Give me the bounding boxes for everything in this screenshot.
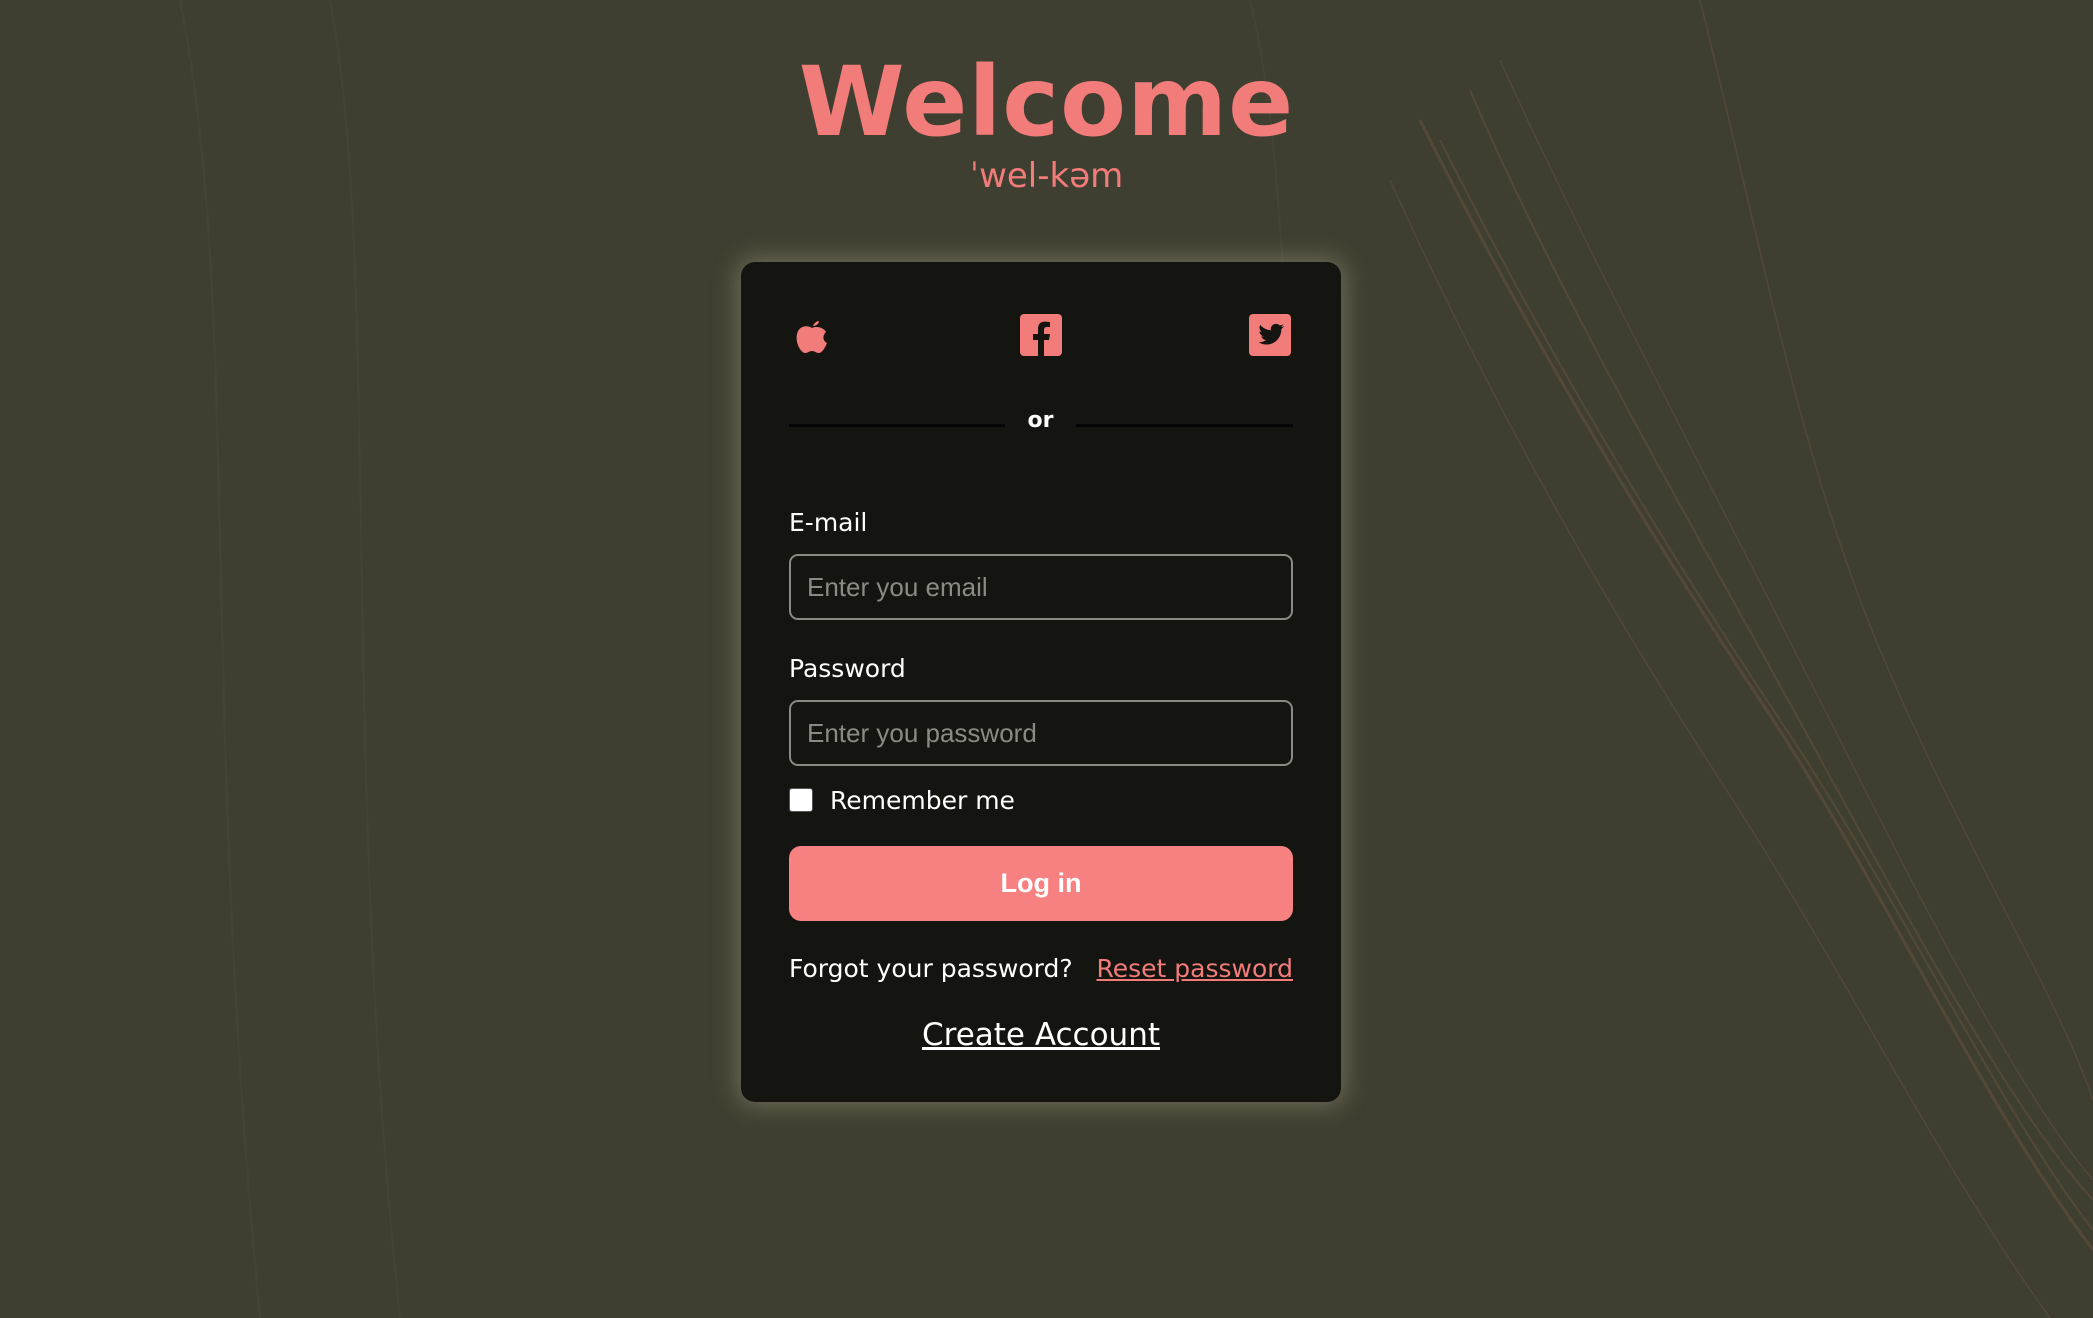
- twitter-login-button[interactable]: [1247, 312, 1293, 358]
- password-label: Password: [789, 654, 906, 683]
- divider-or-text: or: [1027, 408, 1054, 433]
- divider-line-left: [789, 424, 1005, 427]
- login-card: or E-mail Password Remember me Log in Fo…: [741, 262, 1341, 1102]
- create-account-link[interactable]: Create Account: [741, 1017, 1341, 1053]
- facebook-login-button[interactable]: [1018, 312, 1064, 358]
- twitter-icon: [1249, 314, 1291, 356]
- welcome-header: Welcome ˈwel-kəm: [0, 52, 2093, 196]
- email-input[interactable]: [789, 554, 1293, 620]
- reset-password-link[interactable]: Reset password: [1097, 954, 1293, 983]
- forgot-password-text: Forgot your password?: [789, 954, 1073, 983]
- apple-icon: [796, 321, 827, 353]
- facebook-icon: [1020, 314, 1062, 356]
- remember-me-label: Remember me: [830, 785, 1015, 815]
- email-label: E-mail: [789, 508, 868, 537]
- social-login-row: [789, 312, 1293, 358]
- divider-line-right: [1076, 424, 1293, 427]
- page-title: Welcome: [798, 46, 1295, 158]
- remember-me-checkbox[interactable]: [789, 788, 813, 812]
- remember-me-row: Remember me: [789, 784, 1015, 816]
- login-button[interactable]: Log in: [789, 846, 1293, 921]
- pronunciation-subtitle: ˈwel-kəm: [969, 156, 1124, 196]
- password-input[interactable]: [789, 700, 1293, 766]
- apple-login-button[interactable]: [789, 312, 835, 358]
